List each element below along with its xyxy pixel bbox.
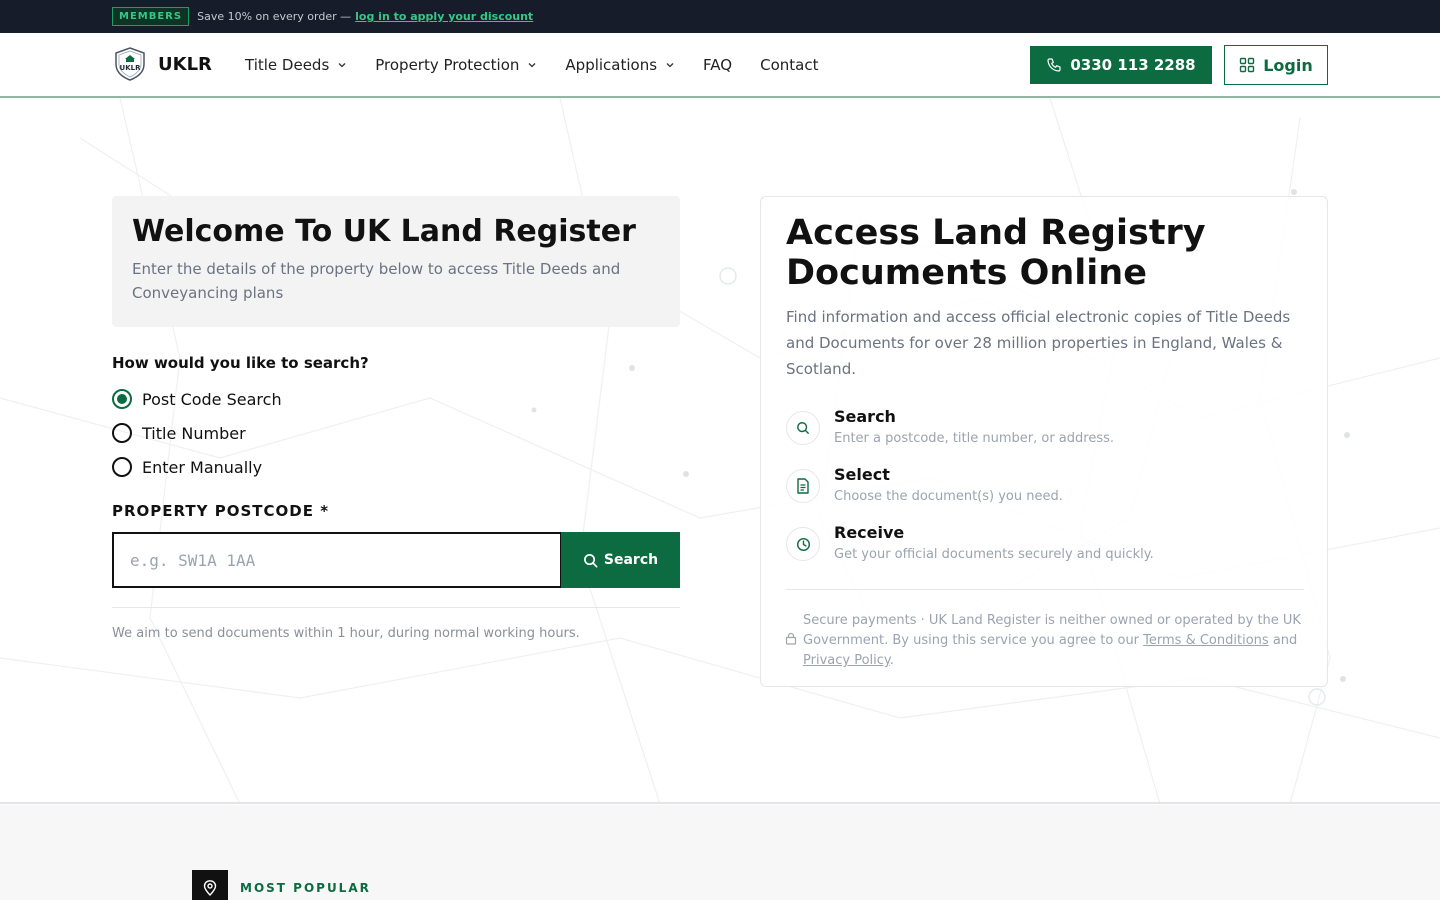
most-popular-label: MOST POPULAR xyxy=(240,881,371,895)
most-popular-section: MOST POPULAR xyxy=(0,805,1440,900)
members-badge: MEMBERS xyxy=(112,7,190,26)
nav-property-protection[interactable]: Property Protection xyxy=(375,56,537,74)
radio-button[interactable] xyxy=(112,457,132,477)
main-nav: Title Deeds Property Protection Applicat… xyxy=(245,33,846,96)
welcome-title: Welcome To UK Land Register xyxy=(132,214,636,249)
radio-button[interactable] xyxy=(112,423,132,443)
map-pin-icon xyxy=(192,870,228,900)
radio-button[interactable] xyxy=(112,389,132,409)
step-title: Search xyxy=(834,407,896,426)
document-icon xyxy=(786,469,820,503)
access-info-card: Access Land Registry Documents Online Fi… xyxy=(760,196,1328,687)
chevron-down-icon xyxy=(528,62,536,67)
search-button[interactable]: Search xyxy=(561,532,680,588)
phone-button[interactable]: 0330 113 2288 xyxy=(1030,46,1212,84)
step-desc: Enter a postcode, title number, or addre… xyxy=(834,431,1115,446)
delivery-note: We aim to send documents within 1 hour, … xyxy=(112,626,580,641)
postcode-label: PROPERTY POSTCODE * xyxy=(112,502,330,520)
welcome-subtitle: Enter the details of the property below … xyxy=(132,260,621,302)
step-search: Search Enter a postcode, title number, o… xyxy=(786,407,1306,457)
shield-logo-icon: UKLR xyxy=(115,47,145,81)
nav-contact[interactable]: Contact xyxy=(760,56,818,74)
radio-enter-manually[interactable]: Enter Manually xyxy=(112,457,262,477)
phone-icon xyxy=(1047,58,1061,72)
login-button[interactable]: Login xyxy=(1224,45,1328,85)
nav-applications[interactable]: Applications xyxy=(565,56,675,74)
grid-icon xyxy=(1240,57,1255,73)
radio-title-number[interactable]: Title Number xyxy=(112,423,246,443)
chevron-down-icon xyxy=(666,62,674,67)
nav-faq[interactable]: FAQ xyxy=(703,56,732,74)
step-desc: Get your official documents securely and… xyxy=(834,547,1154,562)
chevron-down-icon xyxy=(338,62,346,67)
privacy-link[interactable]: Privacy Policy xyxy=(803,653,890,668)
secure-payments-notice: Secure payments · UK Land Register is ne… xyxy=(803,613,1301,668)
search-icon xyxy=(583,553,598,567)
banner-text: Save 10% on every order — xyxy=(197,10,352,23)
logo-text: UKLR xyxy=(158,53,212,75)
clock-icon xyxy=(786,527,820,561)
terms-link[interactable]: Terms & Conditions xyxy=(1143,633,1269,648)
divider xyxy=(112,607,680,608)
welcome-card: Welcome To UK Land Register Enter the de… xyxy=(112,196,680,327)
step-receive: Receive Get your official documents secu… xyxy=(786,523,1306,573)
divider xyxy=(786,589,1304,590)
members-banner: MEMBERS Save 10% on every order — log in… xyxy=(0,0,1440,33)
nav-title-deeds[interactable]: Title Deeds xyxy=(245,56,347,74)
search-method-question: How would you like to search? xyxy=(112,354,369,372)
access-title: Access Land Registry Documents Online xyxy=(786,213,1206,293)
step-select: Select Choose the document(s) you need. xyxy=(786,465,1306,515)
svg-text:UKLR: UKLR xyxy=(120,64,142,72)
lock-icon xyxy=(785,632,797,645)
search-icon xyxy=(786,411,820,445)
step-title: Select xyxy=(834,465,890,484)
radio-postcode-search[interactable]: Post Code Search xyxy=(112,389,282,409)
site-header: UKLR UKLR Title Deeds Property Protectio… xyxy=(0,33,1440,98)
discount-login-link[interactable]: log in to apply your discount xyxy=(355,10,533,23)
step-desc: Choose the document(s) you need. xyxy=(834,489,1063,504)
postcode-input[interactable] xyxy=(112,532,562,588)
logo[interactable]: UKLR UKLR xyxy=(114,47,212,81)
access-subtitle: Find information and access official ele… xyxy=(786,308,1291,378)
step-title: Receive xyxy=(834,523,905,542)
